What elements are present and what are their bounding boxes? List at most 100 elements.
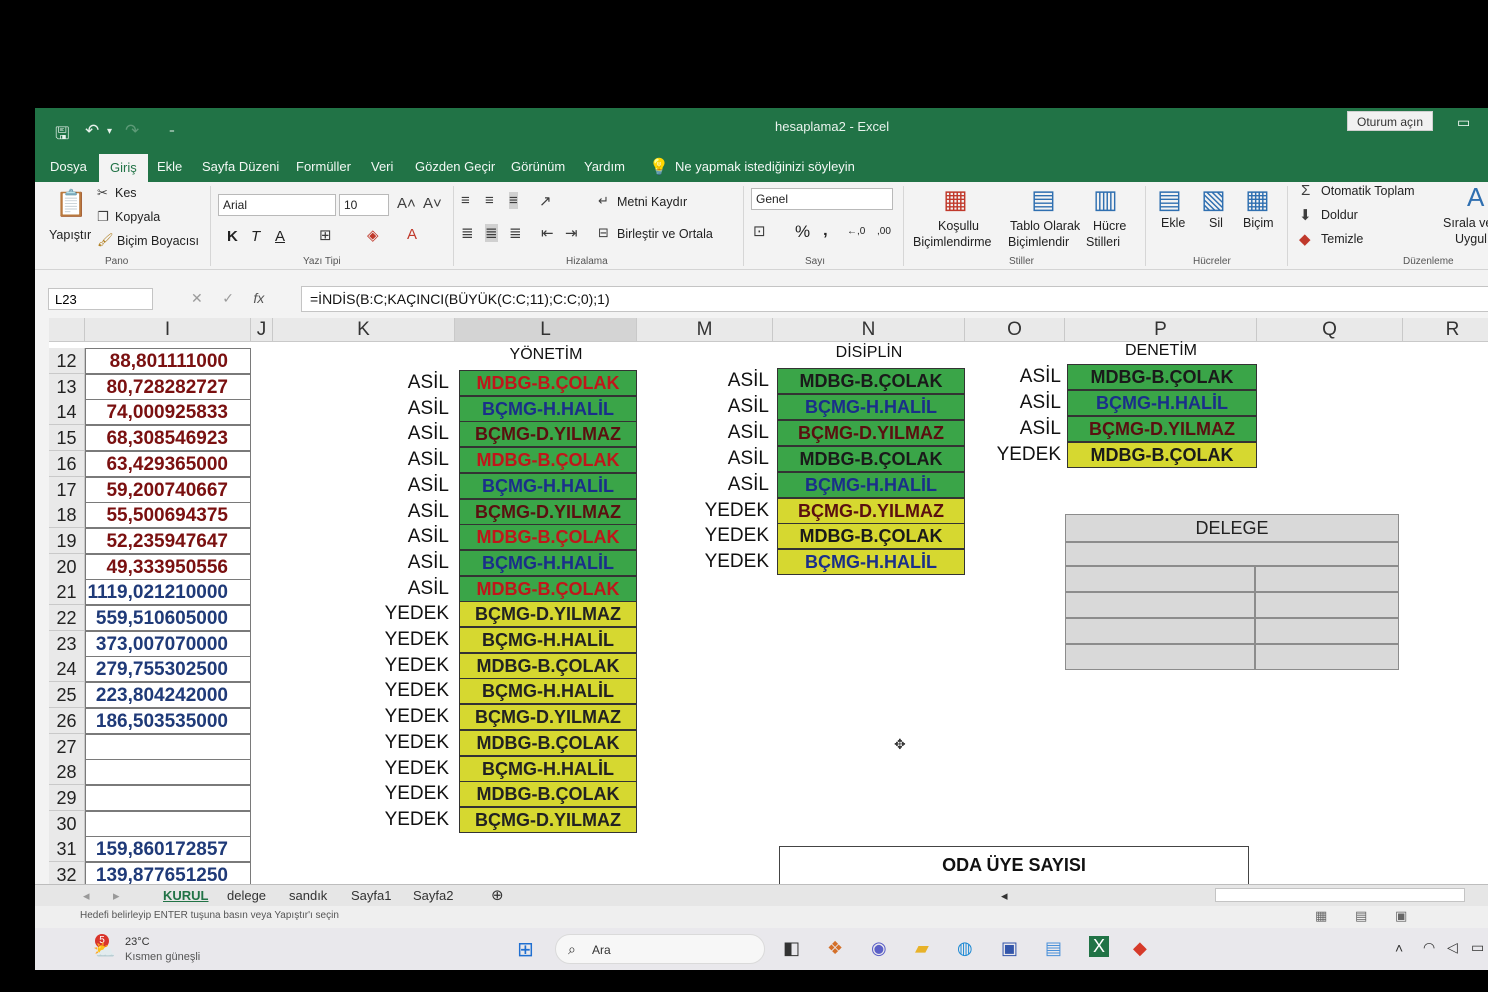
yonetim-cell[interactable]: BÇMG-H.HALİL bbox=[459, 396, 637, 422]
row-header[interactable]: 15 bbox=[49, 425, 85, 451]
yonetim-label[interactable]: ASİL bbox=[349, 423, 449, 445]
delege-cell[interactable] bbox=[1065, 644, 1255, 670]
column-header-q[interactable]: Q bbox=[1257, 318, 1403, 342]
scroll-left-icon[interactable]: ◂ bbox=[1001, 888, 1008, 904]
format-as-table-icon[interactable]: ▤ bbox=[1031, 184, 1056, 215]
yonetim-label[interactable]: YEDEK bbox=[349, 809, 449, 831]
clear-button[interactable]: Temizle bbox=[1321, 232, 1363, 246]
column-i-cell[interactable]: 1119,021210000 bbox=[85, 579, 251, 605]
column-i-cell[interactable]: 52,235947647 bbox=[85, 528, 251, 554]
column-i-cell[interactable] bbox=[85, 811, 251, 837]
disiplin-cell[interactable]: BÇMG-H.HALİL bbox=[777, 549, 965, 575]
yonetim-label[interactable]: YEDEK bbox=[349, 732, 449, 754]
yonetim-label[interactable]: YEDEK bbox=[349, 706, 449, 728]
sheet-tab-delege[interactable]: delege bbox=[227, 888, 266, 903]
name-box[interactable]: L23 bbox=[48, 288, 153, 310]
yonetim-cell[interactable]: BÇMG-H.HALİL bbox=[459, 550, 637, 576]
weather-icon[interactable]: ⛅ bbox=[93, 940, 115, 961]
scissors-icon[interactable]: ✂ bbox=[97, 185, 108, 201]
yonetim-label[interactable]: ASİL bbox=[349, 552, 449, 574]
column-i-cell[interactable] bbox=[85, 759, 251, 785]
yonetim-label[interactable]: YEDEK bbox=[349, 603, 449, 625]
yonetim-cell[interactable]: BÇMG-D.YILMAZ bbox=[459, 499, 637, 525]
row-header[interactable]: 26 bbox=[49, 708, 85, 734]
denetim-label[interactable]: YEDEK bbox=[949, 444, 1061, 466]
increase-decimal-button[interactable]: ←,0 bbox=[847, 226, 865, 237]
teams-icon[interactable]: ◉ bbox=[871, 938, 887, 959]
delege-cell[interactable] bbox=[1255, 592, 1399, 618]
column-i-cell[interactable] bbox=[85, 785, 251, 811]
yonetim-cell[interactable]: MDBG-B.ÇOLAK bbox=[459, 447, 637, 473]
oda-uye-sayisi-cell[interactable]: ODA ÜYE SAYISI bbox=[779, 846, 1249, 884]
yonetim-cell[interactable]: MDBG-B.ÇOLAK bbox=[459, 576, 637, 602]
decrease-decimal-button[interactable]: ,00 bbox=[877, 226, 891, 237]
column-i-cell[interactable]: 55,500694375 bbox=[85, 502, 251, 528]
column-header-m[interactable]: M bbox=[637, 318, 773, 342]
select-all-corner[interactable] bbox=[49, 318, 85, 342]
orientation-icon[interactable]: ↗ bbox=[539, 192, 552, 210]
column-i-cell[interactable]: 559,510605000 bbox=[85, 605, 251, 631]
yonetim-cell[interactable]: MDBG-B.ÇOLAK bbox=[459, 730, 637, 756]
column-i-cell[interactable]: 59,200740667 bbox=[85, 477, 251, 503]
cell-styles-icon[interactable]: ▥ bbox=[1093, 184, 1118, 215]
ribbon-display-icon[interactable]: ▭ bbox=[1457, 114, 1470, 131]
store-icon[interactable]: ▣ bbox=[1001, 938, 1018, 959]
underline-button[interactable]: A bbox=[275, 228, 285, 245]
column-header-n[interactable]: N bbox=[773, 318, 965, 342]
increase-indent-icon[interactable]: ⇥ bbox=[565, 224, 578, 242]
merge-icon[interactable]: ⊟ bbox=[598, 225, 609, 241]
bold-button[interactable]: K bbox=[227, 228, 238, 245]
disiplin-cell[interactable]: BÇMG-D.YILMAZ bbox=[777, 420, 965, 446]
formula-input[interactable]: =İNDİS(B:C;KAÇINCI(BÜYÜK(C:C;11);C:C;0);… bbox=[301, 286, 1488, 312]
denetim-cell[interactable]: MDBG-B.ÇOLAK bbox=[1067, 364, 1257, 390]
column-i-cell[interactable]: 159,860172857 bbox=[85, 836, 251, 862]
yonetim-cell[interactable]: BÇMG-H.HALİL bbox=[459, 756, 637, 782]
disiplin-cell[interactable]: BÇMG-H.HALİL bbox=[777, 394, 965, 420]
column-i-cell[interactable]: 186,503535000 bbox=[85, 708, 251, 734]
delege-cell[interactable] bbox=[1065, 592, 1255, 618]
row-header[interactable]: 14 bbox=[49, 399, 85, 425]
row-header[interactable]: 31 bbox=[49, 836, 85, 862]
column-header-k[interactable]: K bbox=[273, 318, 455, 342]
sheet-tab-sayfa2[interactable]: Sayfa2 bbox=[413, 888, 453, 903]
decrease-indent-icon[interactable]: ⇤ bbox=[541, 224, 554, 242]
tab-dosya[interactable]: Dosya bbox=[50, 159, 87, 174]
column-i-cell[interactable]: 80,728282727 bbox=[85, 374, 251, 400]
column-i-cell[interactable]: 49,333950556 bbox=[85, 554, 251, 580]
yonetim-label[interactable]: ASİL bbox=[349, 475, 449, 497]
font-size-select[interactable]: 10 bbox=[339, 194, 389, 216]
weather-temp[interactable]: 23°C bbox=[125, 936, 150, 948]
comma-button[interactable]: ‚ bbox=[823, 220, 828, 240]
tab-gorunum[interactable]: Görünüm bbox=[511, 159, 565, 174]
column-i-cell[interactable]: 279,755302500 bbox=[85, 656, 251, 682]
yonetim-cell[interactable]: BÇMG-H.HALİL bbox=[459, 627, 637, 653]
delete-cells-button[interactable]: Sil bbox=[1209, 216, 1223, 230]
fill-icon[interactable]: ⬇ bbox=[1299, 206, 1312, 224]
sheet-tab-sandik[interactable]: sandık bbox=[289, 888, 327, 903]
align-top-icon[interactable]: ≡ bbox=[461, 192, 470, 209]
volume-icon[interactable]: ◁ bbox=[1447, 939, 1458, 956]
row-header[interactable]: 28 bbox=[49, 759, 85, 785]
yonetim-label[interactable]: YEDEK bbox=[349, 783, 449, 805]
delege-cell[interactable] bbox=[1255, 618, 1399, 644]
row-header[interactable]: 20 bbox=[49, 554, 85, 580]
sheet-tab-sayfa1[interactable]: Sayfa1 bbox=[351, 888, 391, 903]
horizontal-scrollbar[interactable] bbox=[1215, 888, 1465, 902]
yonetim-cell[interactable]: MDBG-B.ÇOLAK bbox=[459, 781, 637, 807]
shrink-font-icon[interactable]: A˅ bbox=[423, 195, 442, 212]
sort-filter-label-2[interactable]: Uygul bbox=[1455, 232, 1487, 246]
taskbar-search-box[interactable]: ⌕ Ara bbox=[555, 934, 765, 964]
cut-button[interactable]: Kes bbox=[115, 186, 137, 200]
tab-formuller[interactable]: Formüller bbox=[296, 159, 351, 174]
row-header[interactable]: 13 bbox=[49, 374, 85, 400]
font-color-icon[interactable]: A bbox=[407, 226, 417, 243]
yonetim-label[interactable]: ASİL bbox=[349, 398, 449, 420]
denetim-cell[interactable]: BÇMG-D.YILMAZ bbox=[1067, 416, 1257, 442]
column-i-cell[interactable]: 139,877651250 bbox=[85, 862, 251, 884]
tab-gozden-gecir[interactable]: Gözden Geçir bbox=[415, 159, 495, 174]
column-i-cell[interactable]: 373,007070000 bbox=[85, 631, 251, 657]
sheet-tab-kurul[interactable]: KURUL bbox=[163, 888, 209, 903]
weather-desc[interactable]: Kısmen güneşli bbox=[125, 951, 200, 963]
delege-cell[interactable] bbox=[1065, 566, 1255, 592]
tray-chevron-icon[interactable]: ˄ bbox=[1395, 940, 1403, 956]
